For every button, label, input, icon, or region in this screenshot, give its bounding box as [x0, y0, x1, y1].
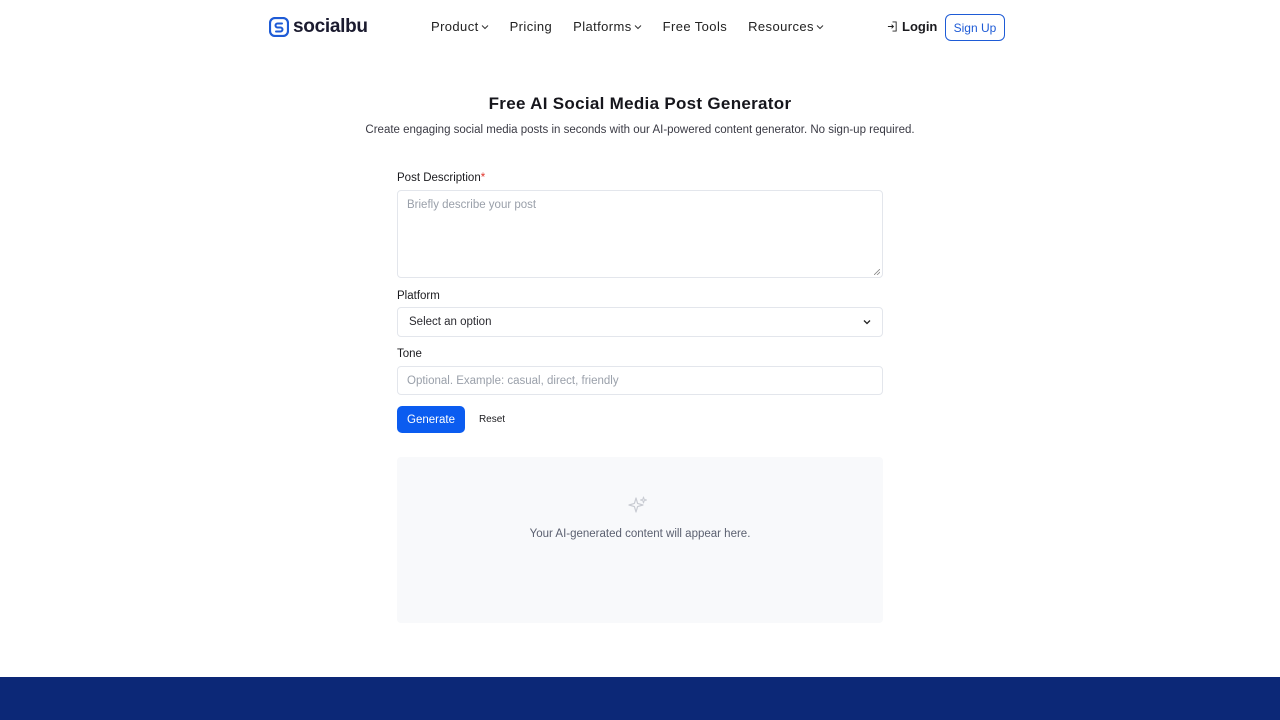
nav-item-product[interactable]: Product: [431, 19, 489, 34]
login-link[interactable]: Login: [887, 19, 937, 34]
nav-item-platforms[interactable]: Platforms: [573, 19, 642, 34]
nav-item-label: Resources: [748, 19, 814, 34]
brand-logo[interactable]: socialbu: [269, 16, 368, 38]
tone-input[interactable]: Optional. Example: casual, direct, frien…: [397, 366, 883, 395]
nav-item-free-tools[interactable]: Free Tools: [663, 19, 727, 34]
page-title: Free AI Social Media Post Generator: [488, 94, 792, 113]
post-description-label-text: Post Description: [397, 172, 481, 184]
socialbu-logo-icon: [269, 17, 289, 37]
platform-label: Platform: [397, 290, 440, 302]
nav-item-label: Free Tools: [662, 19, 728, 34]
resize-grip-icon[interactable]: [874, 269, 880, 275]
nav-item-label: Pricing: [509, 19, 553, 34]
tone-placeholder: Optional. Example: casual, direct, frien…: [407, 374, 619, 387]
nav-item-label: Platforms: [573, 19, 632, 34]
platform-select[interactable]: Select an option: [397, 307, 883, 337]
chevron-down-icon: [634, 24, 642, 29]
login-label: Login: [902, 19, 938, 34]
required-mark: *: [480, 172, 486, 184]
sparkle-icon: [628, 496, 647, 513]
post-description-label: Post Description*: [397, 172, 485, 184]
post-description-placeholder: Briefly describe your post: [407, 199, 537, 211]
platform-selected-value: Select an option: [409, 316, 492, 328]
brand-name: socialbu: [293, 16, 368, 37]
main-nav: Product Pricing Platforms Free Tools Res…: [431, 19, 845, 34]
nav-item-resources[interactable]: Resources: [748, 19, 824, 34]
login-icon: [887, 21, 897, 32]
output-placeholder-text: Your AI-generated content will appear he…: [529, 528, 751, 540]
nav-item-label: Product: [431, 19, 479, 34]
footer-band: [0, 677, 1280, 720]
nav-item-pricing[interactable]: Pricing: [510, 19, 553, 34]
chevron-down-icon: [481, 24, 488, 29]
reset-button[interactable]: Reset: [473, 406, 511, 433]
signup-button[interactable]: Sign Up: [945, 14, 1005, 41]
chevron-down-icon: [863, 320, 871, 325]
chevron-down-icon: [816, 24, 824, 29]
output-panel: Your AI-generated content will appear he…: [397, 457, 883, 623]
post-description-textarea[interactable]: Briefly describe your post: [397, 190, 883, 278]
site-header: socialbu Product Pricing Platforms Free …: [0, 0, 1280, 56]
page-subtitle: Create engaging social media posts in se…: [365, 124, 915, 136]
generate-button[interactable]: Generate: [397, 406, 465, 433]
tone-label: Tone: [397, 348, 422, 360]
